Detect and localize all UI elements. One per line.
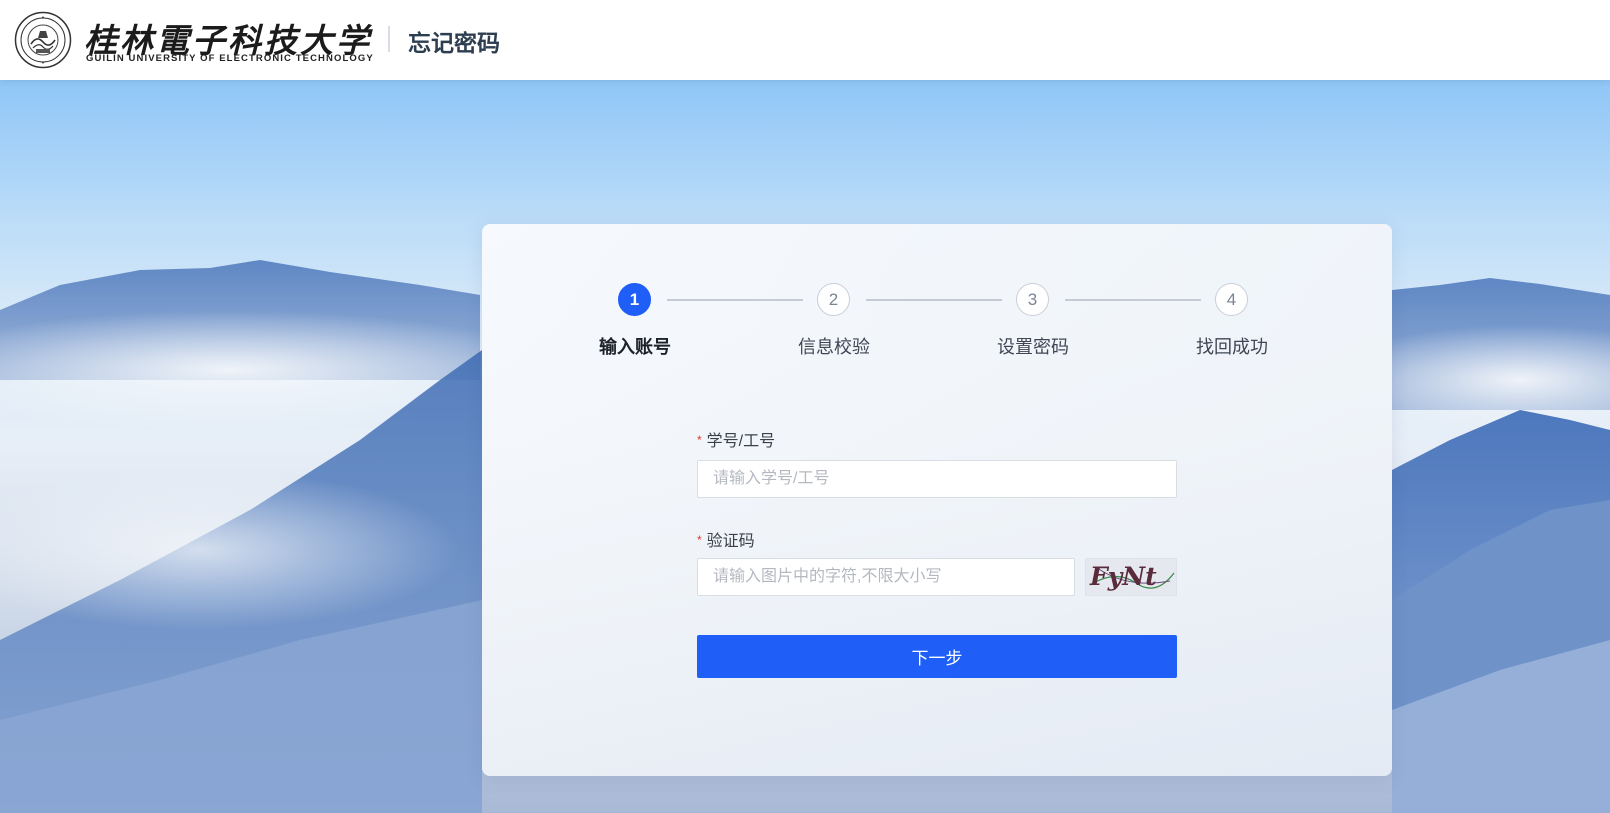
step-3-label: 设置密码	[997, 337, 1069, 357]
step-4-label: 找回成功	[1196, 337, 1268, 357]
captcha-image[interactable]: FyNt	[1085, 558, 1177, 596]
account-input[interactable]	[697, 460, 1177, 498]
step-2-label: 信息校验	[798, 337, 870, 357]
step-connector-2	[866, 299, 1002, 301]
page-title: 忘记密码	[408, 30, 500, 56]
next-step-button[interactable]: 下一步	[697, 635, 1177, 678]
header-divider	[388, 26, 390, 52]
step-2-indicator: 2	[817, 283, 850, 316]
captcha-input[interactable]	[697, 558, 1075, 596]
step-1-indicator: 1	[618, 283, 651, 316]
step-connector-3	[1065, 299, 1201, 301]
step-1-label: 输入账号	[599, 337, 671, 357]
captcha-label-text: 验证码	[706, 533, 755, 550]
captcha-text: FyNt	[1089, 562, 1157, 591]
account-label-text: 学号/工号	[706, 433, 776, 450]
step-3-indicator: 3	[1016, 283, 1049, 316]
step-4-indicator: 4	[1215, 283, 1248, 316]
university-name-logo: 桂林電子科技大学 GUILIN UNIVERSITY OF ELECTRONIC…	[84, 14, 373, 66]
captcha-field-label: * 验证码	[697, 527, 755, 551]
required-mark: *	[697, 533, 702, 547]
step-connector-1	[667, 299, 803, 301]
forgot-password-card: 1 输入账号 2 信息校验 3 设置密码 4 找回成功 *学号/工号 *验证码 …	[482, 224, 1392, 776]
top-header: 桂林電子科技大学 GUILIN UNIVERSITY OF ELECTRONIC…	[0, 0, 1610, 80]
account-field-label: * 学号/工号	[697, 427, 775, 451]
university-name-en: GUILIN UNIVERSITY OF ELECTRONIC TECHNOLO…	[86, 53, 374, 64]
required-mark: *	[697, 433, 702, 447]
university-seal-logo	[14, 11, 72, 69]
